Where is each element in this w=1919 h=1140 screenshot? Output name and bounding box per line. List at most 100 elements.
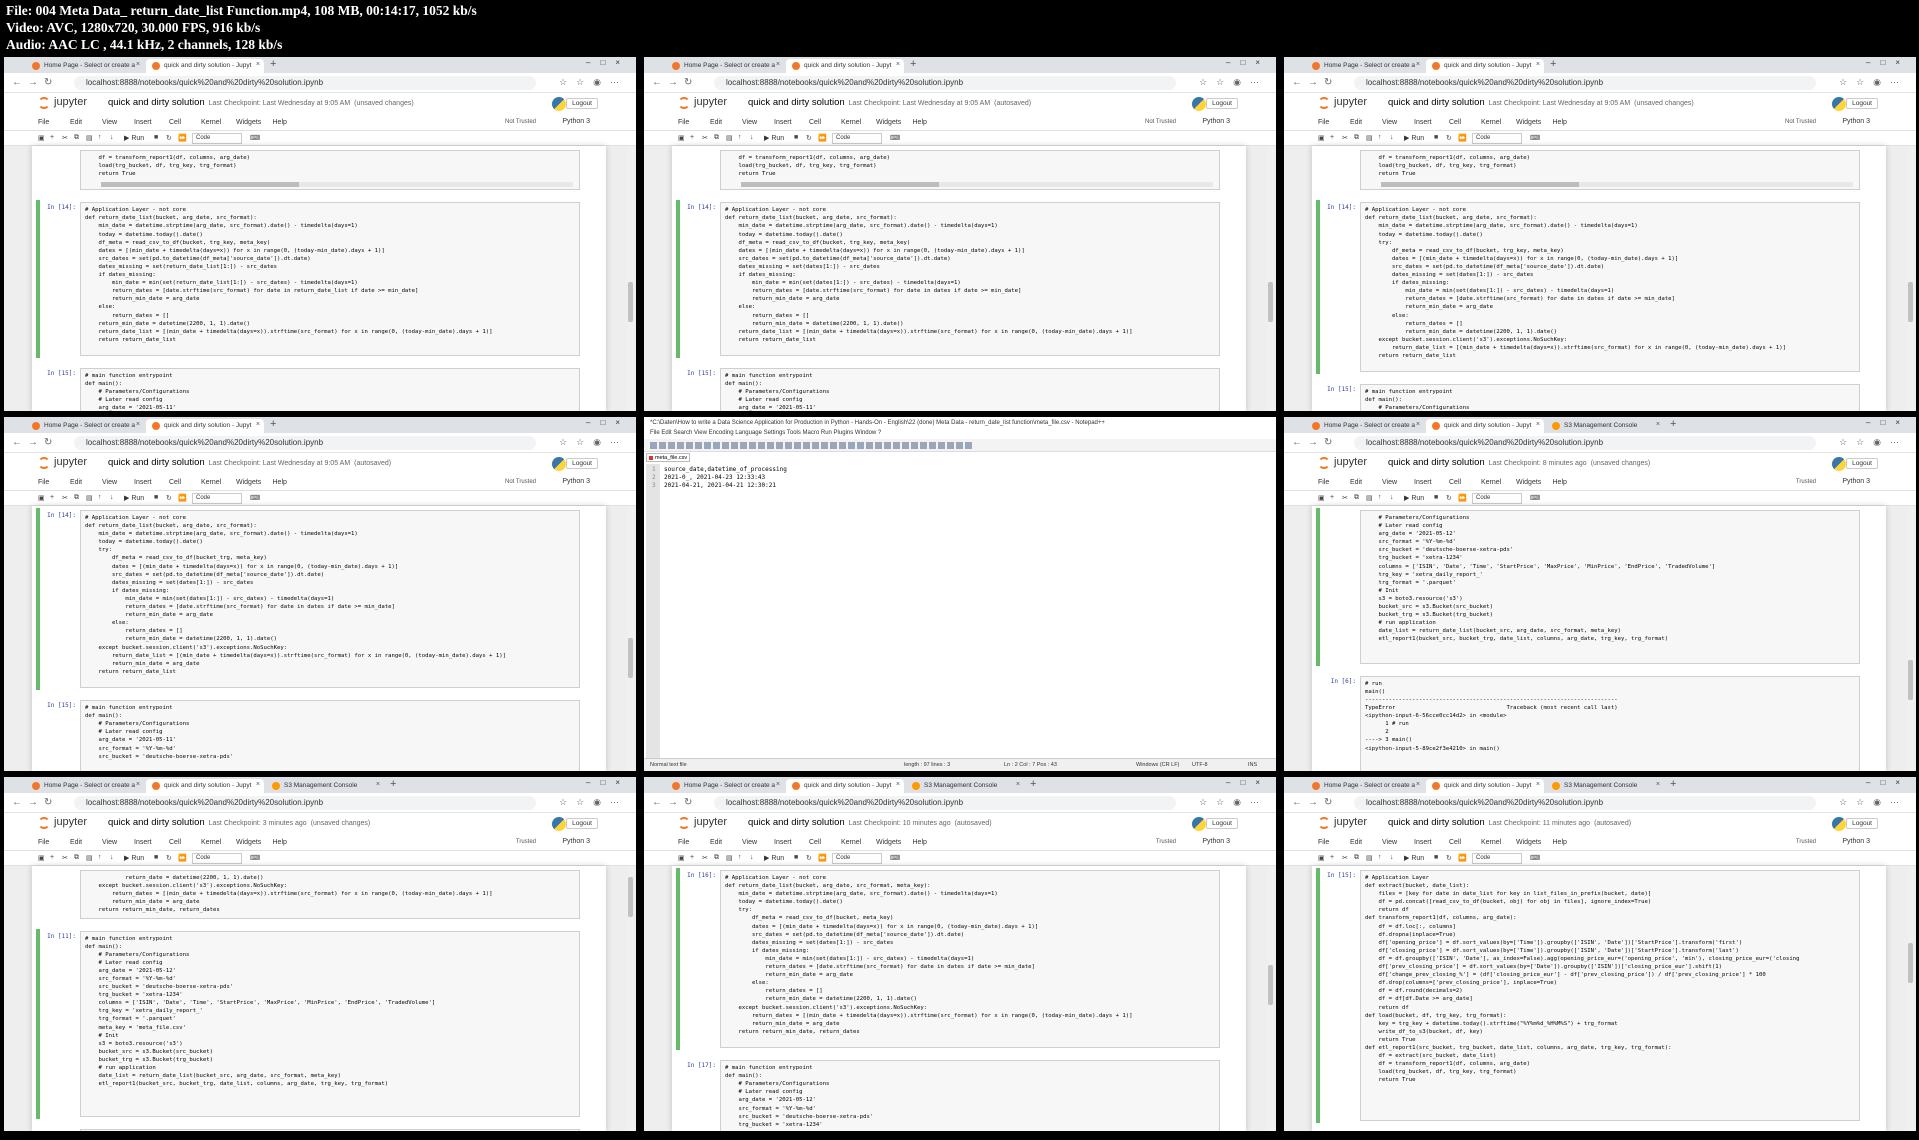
menu-file[interactable]: File bbox=[38, 119, 49, 126]
toolbar-icon[interactable] bbox=[857, 442, 864, 449]
move-down-icon[interactable]: ↓ bbox=[750, 854, 754, 861]
scrollbar-thumb[interactable] bbox=[1381, 182, 1580, 188]
trust-indicator[interactable]: Trusted bbox=[1796, 479, 1816, 485]
browser-extension-icons[interactable]: ☆☆◉⋯ bbox=[1839, 437, 1908, 448]
close-icon[interactable]: × bbox=[776, 781, 780, 788]
code-cell[interactable]: # run main() -----------------------------… bbox=[1360, 675, 1860, 771]
menu-insert[interactable]: Insert bbox=[774, 119, 792, 126]
notebook-title[interactable]: quick and dirty solution Last Checkpoint:… bbox=[1388, 817, 1631, 828]
menu-view[interactable]: View bbox=[1382, 479, 1397, 486]
menu-file[interactable]: File bbox=[38, 839, 49, 846]
reload-icon[interactable]: ↻ bbox=[1324, 77, 1332, 88]
move-down-icon[interactable]: ↓ bbox=[1390, 134, 1394, 141]
toolbar-icon[interactable] bbox=[839, 442, 846, 449]
forward-icon[interactable]: → bbox=[28, 437, 38, 448]
cell-type-select[interactable]: Code bbox=[192, 133, 242, 144]
scrollbar-thumb[interactable] bbox=[628, 877, 633, 917]
restart-icon[interactable]: ↻ bbox=[1446, 854, 1452, 862]
menu-file[interactable]: File bbox=[1318, 839, 1329, 846]
add-cell-icon[interactable]: + bbox=[50, 494, 54, 501]
toolbar-icon[interactable] bbox=[722, 442, 729, 449]
menu-edit[interactable]: Edit bbox=[710, 839, 722, 846]
stop-icon[interactable]: ■ bbox=[1434, 494, 1438, 501]
toolbar-icon[interactable] bbox=[776, 442, 783, 449]
kernel-indicator[interactable]: Python 3 bbox=[1202, 838, 1230, 845]
close-icon[interactable]: × bbox=[896, 781, 900, 788]
move-down-icon[interactable]: ↓ bbox=[1390, 494, 1394, 501]
restart-run-icon[interactable]: ⏩ bbox=[818, 854, 827, 862]
scrollbar-thumb[interactable] bbox=[628, 282, 633, 323]
menu-edit[interactable]: Edit bbox=[710, 119, 722, 126]
save-icon[interactable]: ▣ bbox=[38, 494, 45, 502]
tab-home-page[interactable]: Home Page - Select or create a × bbox=[666, 779, 784, 793]
reload-icon[interactable]: ↻ bbox=[1324, 437, 1332, 448]
menu-view[interactable]: View bbox=[1382, 119, 1397, 126]
move-down-icon[interactable]: ↓ bbox=[1390, 854, 1394, 861]
cut-icon[interactable]: ✂ bbox=[62, 134, 68, 142]
menu-insert[interactable]: Insert bbox=[134, 479, 152, 486]
menu-widgets[interactable]: Widgets bbox=[236, 119, 261, 126]
paste-icon[interactable]: ▤ bbox=[86, 854, 93, 862]
stop-icon[interactable]: ■ bbox=[794, 134, 798, 141]
logout-button[interactable]: Logout bbox=[1846, 98, 1878, 109]
toolbar-icon[interactable] bbox=[920, 442, 927, 449]
text-editor[interactable]: source_date,datetime_of_processing 2021-0… bbox=[660, 464, 1268, 758]
window-controls[interactable]: –□× bbox=[1226, 778, 1270, 787]
toolbar-icon[interactable] bbox=[740, 442, 747, 449]
back-icon[interactable]: ← bbox=[1292, 77, 1302, 88]
close-icon[interactable]: × bbox=[136, 781, 140, 788]
code-cell[interactable]: # run bbox=[80, 1128, 580, 1131]
close-icon[interactable]: × bbox=[1016, 781, 1020, 788]
menu-help[interactable]: Help bbox=[1553, 839, 1567, 846]
stop-icon[interactable]: ■ bbox=[1434, 134, 1438, 141]
move-up-icon[interactable]: ↑ bbox=[1378, 494, 1382, 501]
tab-s3-console[interactable]: S3 Management Console × bbox=[1546, 779, 1664, 793]
menu-widgets[interactable]: Widgets bbox=[1516, 479, 1541, 486]
menu-edit[interactable]: Edit bbox=[1350, 479, 1362, 486]
toolbar-icon[interactable] bbox=[902, 442, 909, 449]
close-icon[interactable]: × bbox=[896, 61, 900, 68]
menu-view[interactable]: View bbox=[102, 479, 117, 486]
toolbar-icon[interactable] bbox=[767, 442, 774, 449]
close-icon[interactable]: × bbox=[376, 781, 380, 788]
toolbar-icon[interactable] bbox=[821, 442, 828, 449]
cut-icon[interactable]: ✂ bbox=[1342, 494, 1348, 502]
new-tab-button[interactable]: + bbox=[1030, 778, 1036, 790]
window-controls[interactable]: –□× bbox=[586, 778, 630, 787]
cut-icon[interactable]: ✂ bbox=[702, 854, 708, 862]
url-field[interactable]: localhost:8888/notebooks/quick%20and%20d… bbox=[1354, 796, 1816, 810]
trust-indicator[interactable]: Trusted bbox=[516, 839, 536, 845]
trust-indicator[interactable]: Not Trusted bbox=[505, 119, 536, 125]
code-cell[interactable]: # Application Layer - not core def return… bbox=[80, 202, 580, 357]
menu-cell[interactable]: Cell bbox=[809, 119, 821, 126]
vertical-scrollbar[interactable] bbox=[1907, 506, 1914, 771]
browser-extension-icons[interactable]: ☆☆◉⋯ bbox=[1199, 77, 1268, 88]
kernel-indicator[interactable]: Python 3 bbox=[562, 838, 590, 845]
stop-icon[interactable]: ■ bbox=[154, 854, 158, 861]
menu-cell[interactable]: Cell bbox=[169, 839, 181, 846]
menu-insert[interactable]: Insert bbox=[1414, 119, 1432, 126]
close-icon[interactable]: × bbox=[1416, 421, 1420, 428]
move-down-icon[interactable]: ↓ bbox=[110, 854, 114, 861]
paste-icon[interactable]: ▤ bbox=[86, 134, 93, 142]
save-icon[interactable]: ▣ bbox=[1318, 494, 1325, 502]
tab-home-page[interactable]: Home Page - Select or create a × bbox=[1306, 59, 1424, 73]
back-icon[interactable]: ← bbox=[12, 437, 22, 448]
trust-indicator[interactable]: Not Trusted bbox=[1145, 119, 1176, 125]
menu-widgets[interactable]: Widgets bbox=[236, 839, 261, 846]
back-icon[interactable]: ← bbox=[12, 77, 22, 88]
url-field[interactable]: localhost:8888/notebooks/quick%20and%20d… bbox=[714, 76, 1176, 90]
menu-view[interactable]: View bbox=[742, 839, 757, 846]
url-field[interactable]: localhost:8888/notebooks/quick%20and%20d… bbox=[74, 76, 536, 90]
notebook-title[interactable]: quick and dirty solution Last Checkpoint:… bbox=[1388, 457, 1650, 468]
close-icon[interactable]: × bbox=[256, 781, 260, 788]
code-cell[interactable]: # Application Layer def extract(bucket, d… bbox=[1360, 870, 1860, 1121]
new-tab-button[interactable]: + bbox=[1550, 58, 1556, 70]
paste-icon[interactable]: ▤ bbox=[1366, 854, 1373, 862]
trust-indicator[interactable]: Not Trusted bbox=[1785, 119, 1816, 125]
menu-file[interactable]: File bbox=[678, 839, 689, 846]
notebook-title[interactable]: quick and dirty solution Last Checkpoint:… bbox=[748, 97, 1031, 108]
reload-icon[interactable]: ↻ bbox=[44, 77, 52, 88]
menu-help[interactable]: Help bbox=[1553, 479, 1567, 486]
kernel-indicator[interactable]: Python 3 bbox=[1842, 118, 1870, 125]
